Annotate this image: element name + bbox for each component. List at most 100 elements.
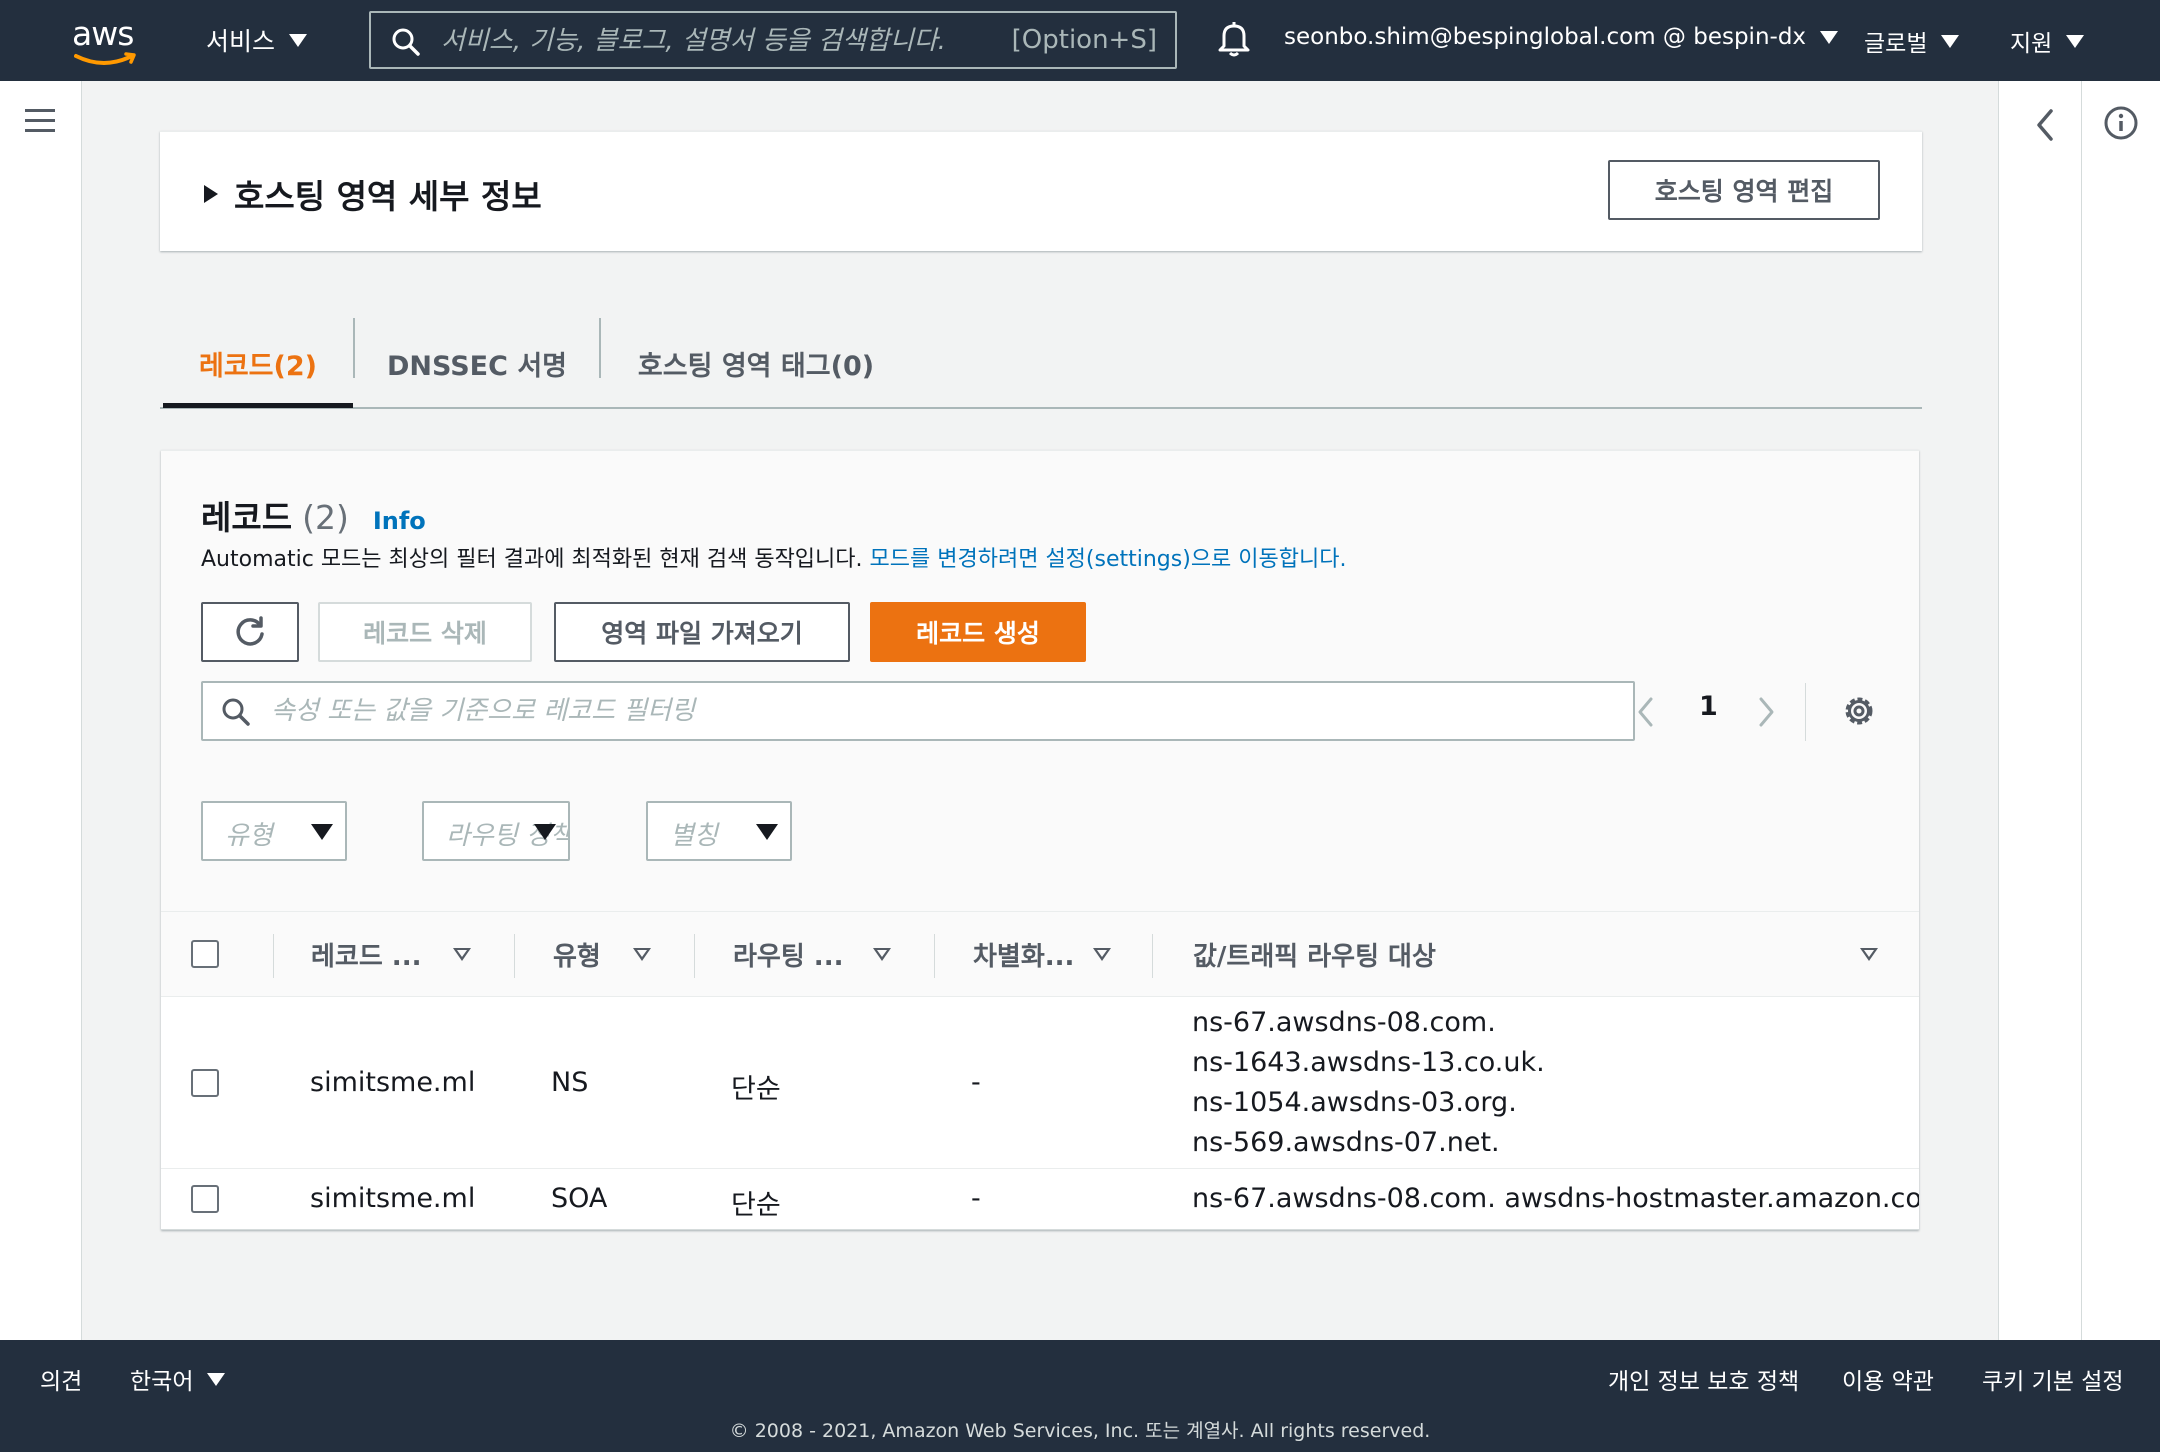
record-type-cell: SOA: [551, 1183, 608, 1214]
account-menu[interactable]: seonbo.shim@bespinglobal.com @ bespin-dx: [1284, 24, 1839, 50]
column-separator: [514, 934, 515, 978]
hosting-zone-detail-toggle[interactable]: 호스팅 영역 세부 정보: [204, 170, 542, 218]
type-filter-dropdown[interactable]: 유형: [201, 801, 347, 861]
record-value-line: ns-1643.awsdns-13.co.uk.: [1192, 1047, 1545, 1078]
sort-caret-icon[interactable]: [633, 948, 651, 961]
record-name-cell[interactable]: simitsme.ml: [310, 1067, 475, 1098]
top-navigation: aws 서비스 [Option+S] seonbo.shim@bespinglo…: [0, 0, 2160, 81]
services-menu[interactable]: 서비스: [206, 22, 308, 58]
create-record-button[interactable]: 레코드 생성: [870, 602, 1086, 662]
chevron-left-icon[interactable]: [1635, 695, 1657, 729]
menu-icon[interactable]: [25, 109, 55, 135]
import-zone-file-button[interactable]: 영역 파일 가져오기: [554, 602, 850, 662]
delete-record-button[interactable]: 레코드 삭제: [318, 602, 532, 662]
copyright-text: © 2008 - 2021, Amazon Web Services, Inc.…: [729, 1420, 1431, 1442]
caret-down-icon: [289, 33, 308, 47]
settings-link[interactable]: 모드를 변경하려면 설정(settings)으로 이동합니다.: [870, 547, 1347, 572]
left-rail: [0, 81, 82, 1340]
info-icon[interactable]: [2103, 105, 2139, 141]
search-shortcut-hint: [Option+S]: [1011, 25, 1157, 55]
sort-caret-icon[interactable]: [453, 948, 471, 961]
hosting-zone-detail-title: 호스팅 영역 세부 정보: [234, 177, 542, 216]
region-menu[interactable]: 글로벌: [1864, 24, 1960, 58]
privacy-policy-link[interactable]: 개인 정보 보호 정책: [1608, 1362, 1799, 1396]
footer: 의견 한국어 개인 정보 보호 정책 이용 약관 쿠키 기본 설정 © 2008…: [0, 1340, 2160, 1452]
search-icon: [392, 28, 420, 56]
select-all-checkbox[interactable]: [191, 940, 219, 968]
services-label: 서비스: [206, 27, 276, 56]
row-checkbox[interactable]: [191, 1069, 219, 1097]
search-icon: [222, 698, 250, 726]
record-value-cell: ns-67.awsdns-08.com. awsdns-hostmaster.a…: [1192, 1183, 1919, 1214]
account-label: seonbo.shim@bespinglobal.com @ bespin-dx: [1284, 24, 1807, 50]
sort-caret-icon[interactable]: [1860, 948, 1878, 961]
records-description-text: Automatic 모드는 최상의 필터 결과에 최적화된 현재 검색 동작입니…: [201, 547, 863, 572]
info-link[interactable]: Info: [373, 507, 426, 535]
tab-dnssec[interactable]: DNSSEC 서명: [355, 318, 599, 409]
caret-down-icon: [756, 824, 778, 840]
pager-separator: [1805, 683, 1806, 741]
refresh-icon: [236, 616, 264, 646]
caret-down-icon: [1820, 30, 1839, 44]
aws-logo[interactable]: aws: [72, 14, 142, 65]
record-routing-cell: 단순: [731, 1074, 781, 1105]
language-label: 한국어: [130, 1369, 194, 1395]
column-header-type[interactable]: 유형: [553, 936, 601, 973]
chevron-left-icon[interactable]: [2033, 107, 2057, 143]
column-separator: [694, 934, 695, 978]
type-filter-placeholder: 유형: [225, 821, 273, 851]
tabs-bar: 레코드(2) DNSSEC 서명 호스팅 영역 태그(0): [160, 318, 1922, 409]
global-search[interactable]: [Option+S]: [369, 11, 1177, 69]
caret-down-icon: [311, 824, 333, 840]
record-value-line: ns-569.awsdns-07.net.: [1192, 1127, 1500, 1158]
region-label: 글로벌: [1864, 31, 1928, 57]
language-selector[interactable]: 한국어: [130, 1362, 226, 1396]
sort-caret-icon[interactable]: [873, 948, 891, 961]
record-filter-input[interactable]: [271, 693, 1571, 729]
column-header-value[interactable]: 값/트래픽 라우팅 대상: [1193, 936, 1436, 973]
column-separator: [1152, 934, 1153, 978]
records-count: (2): [302, 498, 349, 537]
record-name-cell[interactable]: simitsme.ml: [310, 1183, 475, 1214]
records-card: 레코드 (2) Info Automatic 모드는 최상의 필터 결과에 최적…: [161, 450, 1919, 1230]
table-row[interactable]: simitsme.ml SOA 단순 - ns-67.awsdns-08.com…: [161, 1169, 1919, 1230]
caret-down-icon: [1941, 34, 1960, 48]
record-value-line: ns-1054.awsdns-03.org.: [1192, 1087, 1517, 1118]
column-separator: [934, 934, 935, 978]
global-search-input[interactable]: [441, 23, 981, 59]
rail-divider: [2081, 81, 2082, 1340]
chevron-right-icon[interactable]: [1755, 695, 1777, 729]
routing-filter-dropdown[interactable]: 라우팅 정책: [422, 801, 570, 861]
expand-caret-icon: [204, 185, 218, 203]
page-number[interactable]: 1: [1699, 691, 1718, 722]
aws-smile-icon: [74, 52, 136, 65]
caret-down-icon: [2066, 34, 2085, 48]
records-description: Automatic 모드는 최상의 필터 결과에 최적화된 현재 검색 동작입니…: [201, 541, 1346, 573]
row-checkbox[interactable]: [191, 1185, 219, 1213]
gear-icon[interactable]: [1841, 693, 1877, 729]
records-title: 레코드: [201, 498, 293, 537]
bell-icon[interactable]: [1216, 20, 1252, 58]
tab-records[interactable]: 레코드(2): [163, 318, 353, 409]
record-type-cell: NS: [551, 1067, 589, 1098]
feedback-link[interactable]: 의견: [40, 1362, 82, 1396]
alias-filter-dropdown[interactable]: 별칭: [646, 801, 792, 861]
record-differentiator-cell: -: [971, 1183, 981, 1214]
edit-hosting-zone-button[interactable]: 호스팅 영역 편집: [1608, 160, 1880, 220]
record-filter[interactable]: [201, 681, 1635, 741]
support-menu[interactable]: 지원: [2010, 24, 2085, 58]
caret-down-icon: [207, 1372, 226, 1386]
record-value-cell: ns-67.awsdns-08.com. ns-1643.awsdns-13.c…: [1192, 1003, 1545, 1163]
hosting-zone-detail-card: 호스팅 영역 세부 정보 호스팅 영역 편집: [160, 131, 1922, 251]
column-header-differentiator[interactable]: 차별화...: [973, 936, 1074, 973]
column-header-record-name[interactable]: 레코드 ...: [311, 936, 421, 973]
column-header-routing[interactable]: 라우팅 ...: [733, 936, 843, 973]
table-row[interactable]: simitsme.ml NS 단순 - ns-67.awsdns-08.com.…: [161, 997, 1919, 1169]
tab-hosting-zone-tags[interactable]: 호스팅 영역 태그(0): [601, 318, 911, 409]
terms-link[interactable]: 이용 약관: [1842, 1362, 1934, 1396]
right-rail: [1998, 81, 2160, 1340]
sort-caret-icon[interactable]: [1093, 948, 1111, 961]
cookie-preferences-link[interactable]: 쿠키 기본 설정: [1982, 1362, 2124, 1396]
table-header: 레코드 ... 유형 라우팅 ... 차별화... 값/트래픽 라우팅 대상: [161, 911, 1919, 997]
refresh-button[interactable]: [201, 602, 299, 662]
